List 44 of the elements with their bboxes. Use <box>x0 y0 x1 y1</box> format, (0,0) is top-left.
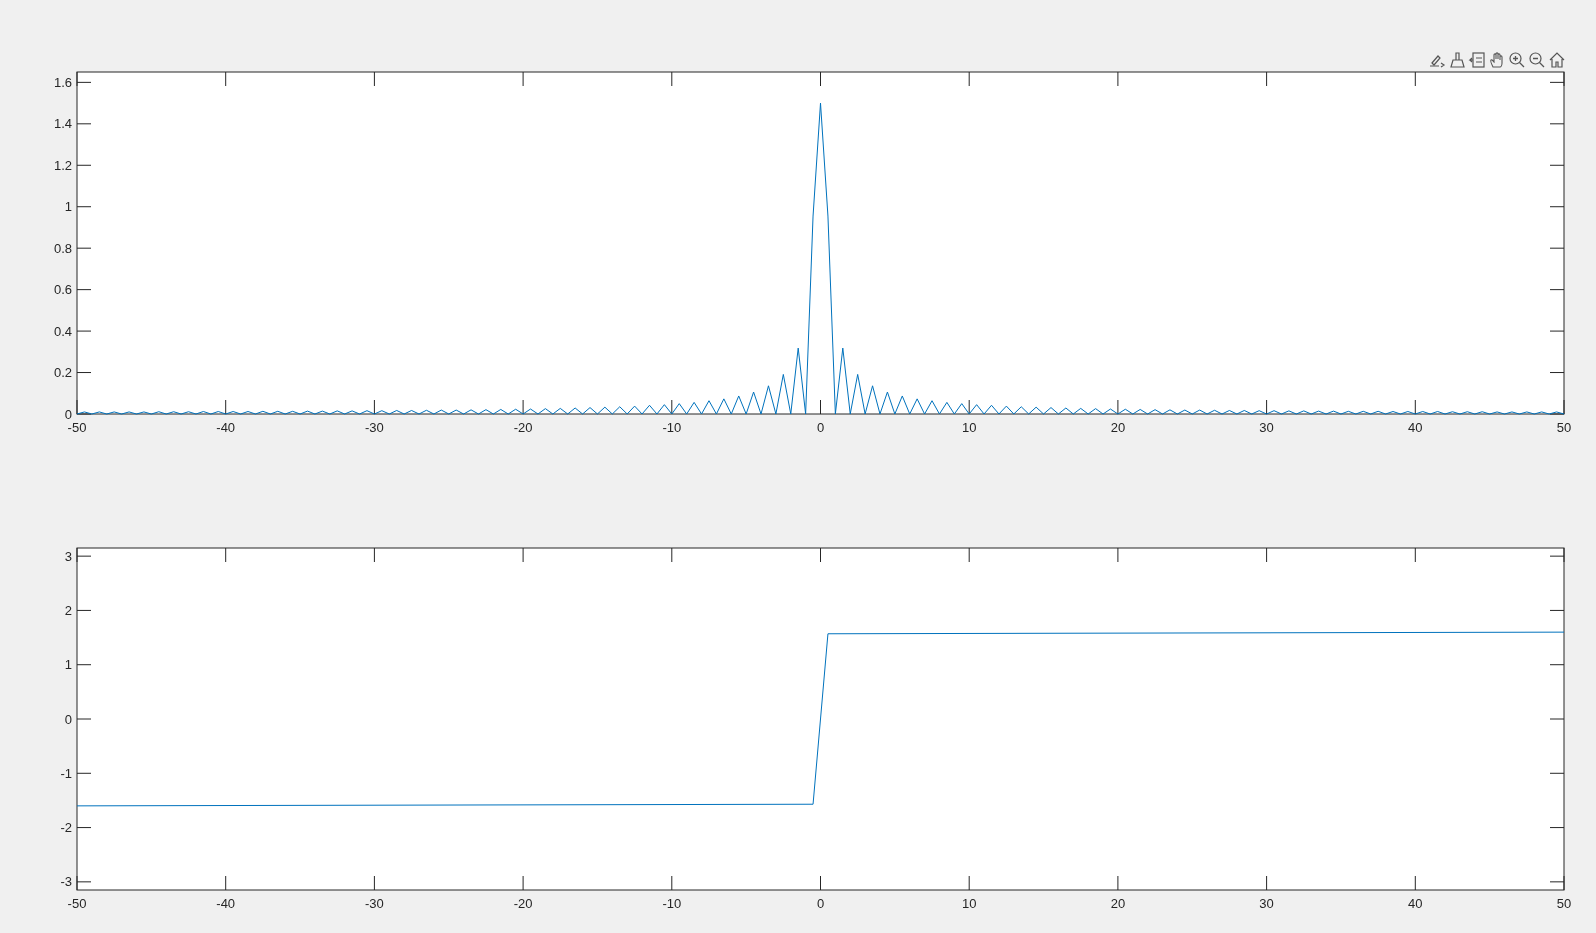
tick-label: 40 <box>1408 896 1423 911</box>
tick-label: -20 <box>513 896 533 911</box>
tick-label: 50 <box>1556 420 1572 435</box>
tick-label: -40 <box>216 896 236 911</box>
tick-label: 1.2 <box>53 157 72 173</box>
tick-label: 1 <box>64 657 72 673</box>
tick-label: -3 <box>60 874 72 890</box>
tick-label: -50 <box>67 420 87 435</box>
tick-label: 0 <box>816 420 825 435</box>
tick-label: 3 <box>64 548 72 564</box>
legend-icon[interactable] <box>1468 51 1486 69</box>
tick-label: 30 <box>1259 896 1274 911</box>
tick-label: 0.6 <box>53 282 72 298</box>
tick-label: 2 <box>64 602 72 618</box>
tick-label: 10 <box>961 896 977 911</box>
tick-label: 0 <box>64 406 72 422</box>
tick-label: 40 <box>1408 420 1423 435</box>
tick-label: 10 <box>961 420 977 435</box>
tick-label: -1 <box>60 765 72 781</box>
brush-icon[interactable] <box>1448 51 1466 69</box>
tick-label: 1.6 <box>53 74 72 90</box>
tick-label: 20 <box>1110 420 1126 435</box>
tick-label: -30 <box>365 896 384 911</box>
tick-label: 0.8 <box>53 240 72 256</box>
tick-label: -40 <box>216 420 236 435</box>
home-icon[interactable] <box>1548 51 1566 69</box>
tick-label: 0 <box>64 711 72 727</box>
zoom-in-icon[interactable] <box>1508 51 1526 69</box>
tick-label: 0 <box>816 896 825 911</box>
tick-label: -2 <box>60 820 72 836</box>
tick-label: -20 <box>513 420 533 435</box>
tick-label: 1 <box>64 199 72 215</box>
tick-label: -50 <box>67 896 87 911</box>
tick-label: -10 <box>662 420 682 435</box>
tick-label: 0.4 <box>53 323 72 339</box>
tick-label: 0.2 <box>53 365 72 381</box>
tick-label: 30 <box>1259 420 1274 435</box>
tick-label: 50 <box>1556 896 1572 911</box>
tick-label: 20 <box>1110 896 1126 911</box>
zoom-out-icon[interactable] <box>1528 51 1546 69</box>
tick-label: -10 <box>662 896 682 911</box>
tick-label: -30 <box>365 420 384 435</box>
hand-icon[interactable] <box>1488 51 1506 69</box>
tick-label: 1.4 <box>53 116 72 132</box>
